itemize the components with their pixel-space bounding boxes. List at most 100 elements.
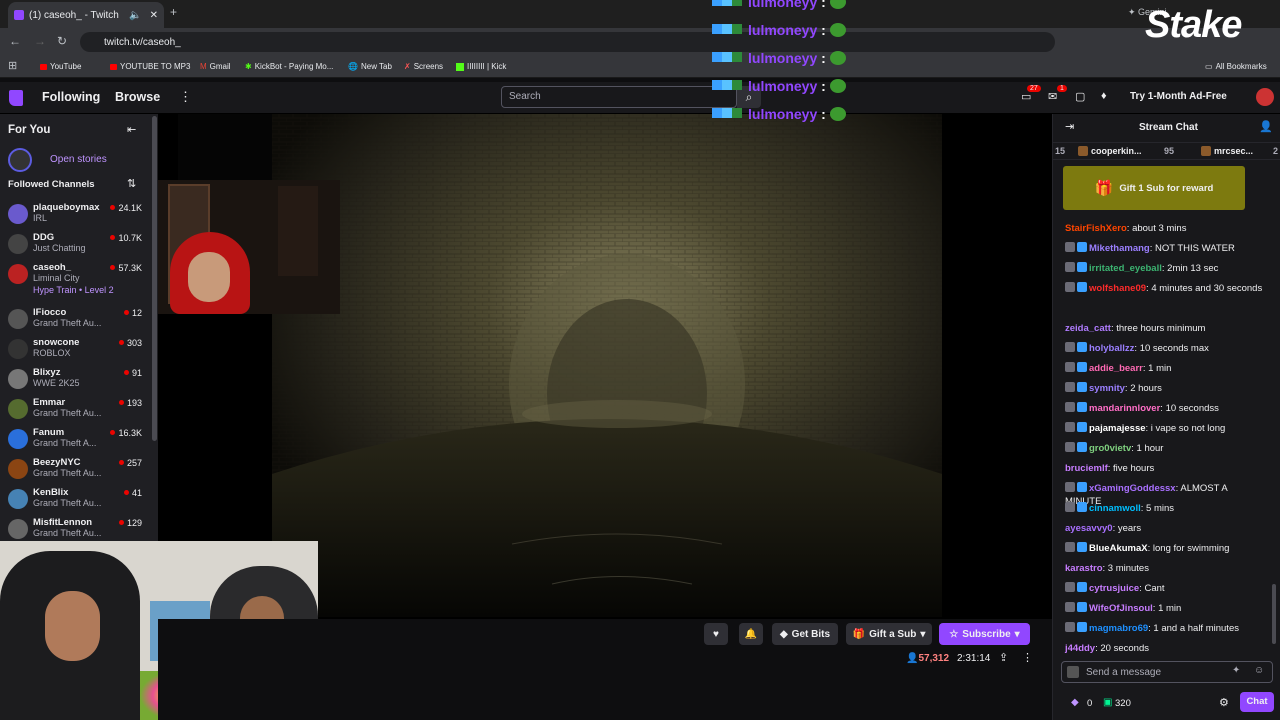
chat-username[interactable]: mandarinnlover [1089, 403, 1160, 414]
follow-heart-button[interactable]: ♥ [704, 623, 728, 645]
bookmark-label: New Tab [360, 62, 392, 71]
sort-icon[interactable]: ⇅ [127, 177, 136, 190]
bookmark-kickbot[interactable]: ✱ KickBot - Paying Mo... [245, 62, 333, 71]
tab-close-icon[interactable]: ✕ [150, 10, 158, 21]
chat-username[interactable]: ayesavvy0 [1065, 523, 1113, 534]
sidebar-channel-snowcone[interactable]: snowcone ROBLOX 303 [0, 334, 158, 364]
subscribe-label: Subscribe [962, 628, 1011, 640]
overlay-chat-line: lulmoneyy : [712, 22, 846, 38]
url-field[interactable]: twitch.tv/caseoh_ [80, 32, 1055, 52]
sidebar-channel-plaqueboymax[interactable]: plaqueboymax IRL 24.1K [0, 199, 158, 229]
sidebar-channel-blixyz[interactable]: Blixyz WWE 2K25 91 [0, 364, 158, 394]
sidebar-channel-kenblix[interactable]: KenBlix Grand Theft Au... 41 [0, 484, 158, 514]
all-bookmarks[interactable]: ▭ All Bookmarks [1205, 62, 1267, 71]
leader-badge-icon [1078, 146, 1088, 156]
reload-icon[interactable]: ↻ [57, 34, 67, 48]
back-icon[interactable]: ← [9, 34, 21, 48]
bookmark-kick[interactable]: IIIIIIII | Kick [456, 62, 506, 71]
stories-avatar[interactable] [8, 148, 32, 172]
bookmark-new-tab[interactable]: 🌐 New Tab [348, 62, 392, 71]
chat-username[interactable]: pajamajesse [1089, 423, 1146, 434]
open-stories-link[interactable]: Open stories [50, 154, 107, 165]
chat-bubble-icon[interactable]: ▢ [1075, 90, 1085, 103]
chat-settings-icon[interactable]: ⚙ [1219, 696, 1229, 709]
bookmark-youtube[interactable]: YouTube [40, 62, 81, 71]
bookmark-label: YOUTUBE TO MP3 [120, 62, 191, 71]
channel-avatar [8, 459, 28, 479]
sub-badge-icon [1077, 502, 1087, 512]
channel-avatar [8, 429, 28, 449]
forward-icon[interactable]: → [34, 34, 46, 48]
emote-picker-icon[interactable]: ☺ [1254, 665, 1264, 676]
chat-username[interactable]: BlueAkumaX [1089, 543, 1148, 554]
chat-username[interactable]: holyballzz [1089, 343, 1134, 354]
bookmarks-bar: ⊞ YouTube YOUTUBE TO MP3 M Gmail ✱ KickBot… [0, 56, 1280, 78]
chat-username[interactable]: StairFishXero [1065, 223, 1127, 234]
chat-username[interactable]: cytrusjuice [1089, 583, 1139, 594]
sidebar-channel-misfitlennon[interactable]: MisfitLennon Grand Theft Au... 129 [0, 514, 158, 544]
apps-grid-icon[interactable]: ⊞ [8, 59, 17, 72]
chat-username[interactable]: irritated_eyeball [1089, 263, 1162, 274]
sidebar-channel-lfiocco[interactable]: lFiocco Grand Theft Au... 12 [0, 304, 158, 334]
chat-text: 4 minutes and 30 seconds [1151, 283, 1263, 294]
more-options-icon[interactable]: ⋮ [1022, 651, 1033, 664]
leader-name[interactable]: cooperkin... [1091, 146, 1142, 156]
chat-username[interactable]: j44ddy [1065, 643, 1095, 654]
sidebar-scrollbar[interactable] [152, 116, 157, 441]
chat-username[interactable]: wolfshane09 [1089, 283, 1146, 294]
leader-name[interactable]: mrcsec... [1214, 146, 1253, 156]
share-icon[interactable]: ⇪ [999, 651, 1008, 664]
chat-message: symnity: 2 hours [1065, 382, 1265, 395]
twitch-logo-icon[interactable] [9, 90, 23, 106]
notification-count-badge: 27 [1027, 85, 1041, 92]
mute-icon[interactable]: 🔈 [129, 10, 141, 21]
nav-browse[interactable]: Browse [115, 90, 160, 104]
chat-badge-icon[interactable] [1067, 666, 1079, 678]
bookmark-gmail[interactable]: M Gmail [200, 62, 231, 71]
chat-username[interactable]: gro0vietv [1089, 443, 1131, 454]
chat-username[interactable]: WifeOfJinsoul [1089, 603, 1153, 614]
sidebar-channel-emmar[interactable]: Emmar Grand Theft Au... 193 [0, 394, 158, 424]
sub-badge-icon [1077, 582, 1087, 592]
chat-username[interactable]: magmabro69 [1089, 623, 1148, 634]
chat-message-input[interactable]: Send a message ✦ ☺ [1061, 661, 1273, 683]
prime-crown-icon[interactable]: ♦ [1101, 90, 1107, 102]
bookmark-screens[interactable]: ✗ Screens [404, 62, 443, 71]
new-tab-icon[interactable]: + [170, 5, 177, 19]
chat-message: StairFishXero: about 3 mins [1065, 223, 1187, 234]
gift-sub-button[interactable]: 🎁 Gift a Sub ▾ [846, 623, 932, 645]
chat-username[interactable]: zeida_catt [1065, 323, 1111, 334]
chat-username[interactable]: bruciemlf [1065, 463, 1108, 474]
subscribe-button[interactable]: ☆ Subscribe ▾ [939, 623, 1030, 645]
chat-username[interactable]: xGamingGoddessx [1089, 483, 1176, 494]
sidebar-channel-ddg[interactable]: DDG Just Chatting 10.7K [0, 229, 158, 259]
get-bits-button[interactable]: ◆ Get Bits [772, 623, 838, 645]
channel-points-icon[interactable]: ▣ [1103, 697, 1112, 708]
notification-bell-button[interactable]: 🔔 [739, 623, 763, 645]
browser-tab[interactable]: (1) caseoh_ - Twitch 🔈 ✕ [8, 2, 164, 28]
chat-scrollbar[interactable] [1272, 584, 1276, 644]
bookmark-yt-mp3[interactable]: YOUTUBE TO MP3 [110, 62, 190, 71]
whispers-icon[interactable]: ✉ [1048, 90, 1057, 103]
ad-free-button[interactable]: Try 1-Month Ad-Free [1130, 91, 1227, 102]
chat-username[interactable]: Mikethamang [1089, 243, 1150, 254]
gift-reward-banner[interactable]: 🎁 Gift 1 Sub for reward [1063, 166, 1245, 210]
search-input[interactable]: Search [501, 86, 737, 108]
user-avatar[interactable] [1256, 88, 1274, 106]
bits-icon[interactable]: ◆ [1071, 697, 1079, 708]
collapse-sidebar-icon[interactable]: ⇤ [127, 123, 136, 136]
more-menu-icon[interactable]: ⋮ [179, 89, 192, 105]
sidebar-channel-fanum[interactable]: Fanum Grand Theft A... 16.3K [0, 424, 158, 454]
nav-following[interactable]: Following [42, 90, 100, 104]
chat-username[interactable]: symnity [1089, 383, 1125, 394]
chat-text: NOT THIS WATER [1155, 243, 1235, 254]
chat-badge-icon [1065, 342, 1075, 352]
chat-username[interactable]: addie_bearr [1089, 363, 1143, 374]
chat-username[interactable]: karastro [1065, 563, 1103, 574]
chat-username[interactable]: cinnamwoll [1089, 503, 1141, 514]
sparkle-icon[interactable]: ✦ [1232, 665, 1240, 676]
chat-send-button[interactable]: Chat [1240, 692, 1274, 712]
collapse-chat-icon[interactable]: ⇥ [1065, 120, 1074, 133]
sidebar-channel-beezynyc[interactable]: BeezyNYC Grand Theft Au... 257 [0, 454, 158, 484]
chat-users-icon[interactable]: 👤 [1259, 120, 1273, 133]
